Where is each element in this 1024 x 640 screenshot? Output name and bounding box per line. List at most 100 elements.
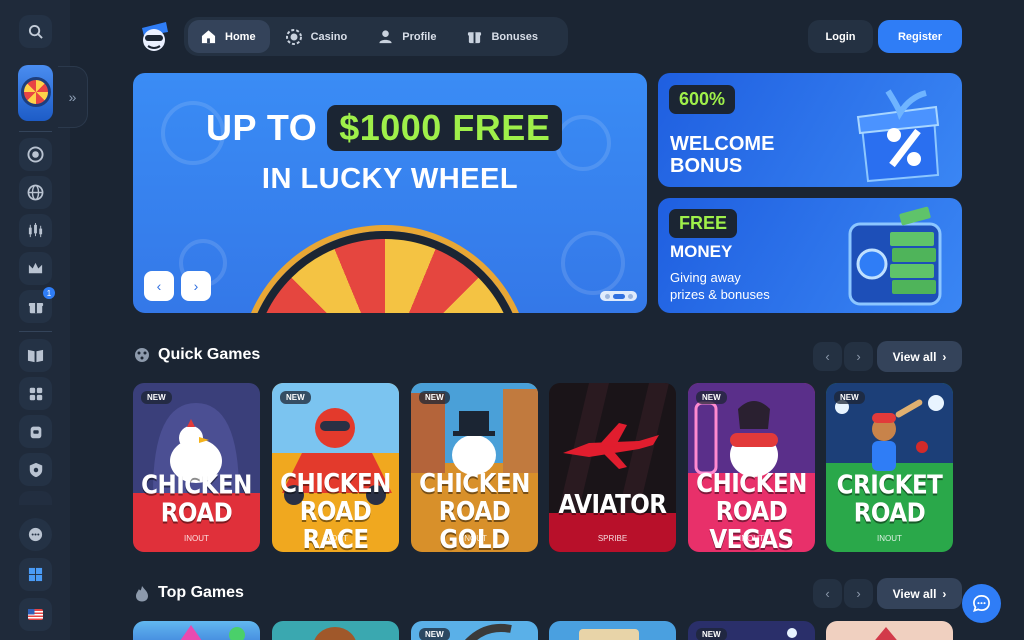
top-games-next-button[interactable]: ›: [844, 579, 873, 608]
game-provider: SPRIBE: [597, 534, 628, 543]
game-title-line: CRICKET: [836, 470, 943, 500]
top-game-card[interactable]: [826, 621, 953, 640]
chip-icon: [27, 146, 44, 163]
chevron-right-icon: ›: [193, 278, 199, 294]
hero-next-button[interactable]: ›: [181, 271, 211, 301]
hero-pagination[interactable]: [600, 291, 637, 301]
sidebar-item-gifts[interactable]: 1: [19, 287, 55, 323]
shield-icon: [29, 462, 42, 477]
sidebar-item-games[interactable]: [19, 377, 52, 410]
sidebar-item-support[interactable]: [19, 415, 52, 448]
search-icon: [28, 24, 43, 39]
game-card-chicken-road-race[interactable]: NEW CHICKEN ROAD RACE INOUT: [272, 383, 399, 552]
chevron-right-icon: ›: [942, 586, 947, 601]
game-provider: INOUT: [877, 534, 902, 543]
top-games-prev-button[interactable]: ‹: [813, 579, 842, 608]
us-flag-icon: [28, 609, 43, 620]
double-chevron-right-icon: »: [68, 89, 77, 105]
quick-games-next-button[interactable]: ›: [844, 342, 873, 371]
game-art: [314, 627, 356, 640]
game-art: [579, 629, 639, 640]
sidebar-item-trading[interactable]: [19, 214, 52, 247]
sidebar-item-vip[interactable]: [19, 252, 52, 285]
mascot-logo-icon: [142, 22, 168, 51]
sidebar-divider: [19, 131, 52, 132]
pagination-dot[interactable]: [604, 293, 610, 299]
game-card-cricket-road[interactable]: NEW CRICKET ROAD INOUT: [826, 383, 953, 552]
promo-title: WELCOME BONUS: [670, 133, 774, 177]
new-badge: NEW: [141, 391, 172, 404]
promo-title: MONEY: [670, 242, 733, 261]
globe-icon: [27, 184, 44, 201]
search-button[interactable]: [19, 15, 52, 48]
top-game-card[interactable]: NEW: [411, 621, 538, 640]
register-button[interactable]: Register: [878, 20, 962, 53]
promo-welcome-bonus[interactable]: 600% WELCOME BONUS: [658, 73, 962, 187]
live-chat-button[interactable]: [962, 584, 1001, 623]
game-title-line: ROAD RACE: [299, 497, 372, 552]
chip-icon: [285, 28, 302, 45]
promo-description: Giving away prizes & bonuses: [670, 269, 770, 303]
sidebar-item-rules[interactable]: [19, 339, 52, 372]
promo-tag: 600%: [669, 85, 736, 114]
sidebar-expand-toggle[interactable]: »: [58, 66, 88, 128]
user-icon: [377, 29, 393, 45]
nav-home[interactable]: Home: [188, 20, 270, 53]
sidebar-item-casino[interactable]: [19, 138, 52, 171]
pagination-dot-active[interactable]: [612, 293, 625, 299]
sidebar-item-security[interactable]: [19, 453, 52, 486]
new-badge: NEW: [696, 628, 727, 640]
sidebar-item-more[interactable]: [19, 491, 52, 505]
new-badge: NEW: [419, 391, 450, 404]
chat-icon: [973, 595, 990, 612]
home-icon: [200, 29, 216, 45]
top-game-card[interactable]: NEW: [688, 621, 815, 640]
login-button[interactable]: Login: [808, 20, 873, 53]
game-provider: INOUT: [184, 534, 209, 543]
hero-subheadline: IN LUCKY WHEEL: [261, 163, 519, 195]
top-game-card[interactable]: [549, 621, 676, 640]
quick-games-view-all-button[interactable]: View all ›: [877, 341, 962, 372]
top-game-card[interactable]: [133, 621, 260, 640]
puzzle-icon: [29, 387, 42, 400]
nav-casino[interactable]: Casino: [274, 20, 362, 53]
language-button[interactable]: [19, 598, 52, 631]
game-provider: INOUT: [739, 534, 764, 543]
game-card-chicken-road-gold[interactable]: NEW CHICKEN ROAD GOLD INOUT: [411, 383, 538, 552]
promo-title-line: WELCOME: [670, 133, 775, 155]
nav-bonuses-label: Bonuses: [491, 30, 538, 43]
sidebar-item-sports[interactable]: [19, 176, 52, 209]
hero-prev-button[interactable]: ‹: [144, 271, 174, 301]
new-badge: NEW: [419, 628, 450, 640]
nav-bonuses[interactable]: Bonuses: [454, 20, 551, 53]
promo-free-money[interactable]: FREE MONEY Giving away prizes & bonuses: [658, 198, 962, 313]
promo-description-line: prizes & bonuses: [670, 287, 770, 302]
view-all-label: View all: [892, 349, 937, 364]
main-nav: Home Casino Profile Bonuses: [184, 17, 568, 56]
game-title-line: ROAD GOLD: [438, 497, 511, 552]
top-games-heading: Top Games: [133, 584, 244, 602]
game-title-line: ROAD: [853, 498, 926, 528]
game-title-line: AVIATOR: [558, 490, 667, 520]
lucky-wheel-button[interactable]: [18, 65, 53, 121]
gift-icon: [466, 29, 482, 45]
pagination-dot[interactable]: [627, 293, 633, 299]
nav-profile[interactable]: Profile: [365, 20, 450, 53]
game-card-chicken-road[interactable]: NEW CHICKEN ROAD INOUT: [133, 383, 260, 552]
game-card-chicken-road-vegas[interactable]: NEW CHICKEN ROAD VEGAS INOUT: [688, 383, 815, 552]
top-game-card[interactable]: [272, 621, 399, 640]
hero-prefix: UP TO: [206, 107, 318, 148]
chevron-right-icon: ›: [942, 349, 947, 364]
site-logo[interactable]: [136, 18, 172, 54]
game-title: CRICKET ROAD: [826, 470, 953, 528]
promo-description-line: Giving away: [670, 270, 741, 285]
game-provider: INOUT: [323, 534, 348, 543]
game-card-aviator[interactable]: AVIATOR SPRIBE: [549, 383, 676, 552]
top-games-view-all-button[interactable]: View all ›: [877, 578, 962, 609]
game-title: CHICKEN ROAD: [133, 471, 260, 528]
sidebar-divider: [19, 331, 52, 332]
gift-box-icon: [28, 302, 43, 313]
telegram-button[interactable]: [19, 518, 52, 551]
quick-games-prev-button[interactable]: ‹: [813, 342, 842, 371]
windows-app-button[interactable]: [19, 558, 52, 591]
